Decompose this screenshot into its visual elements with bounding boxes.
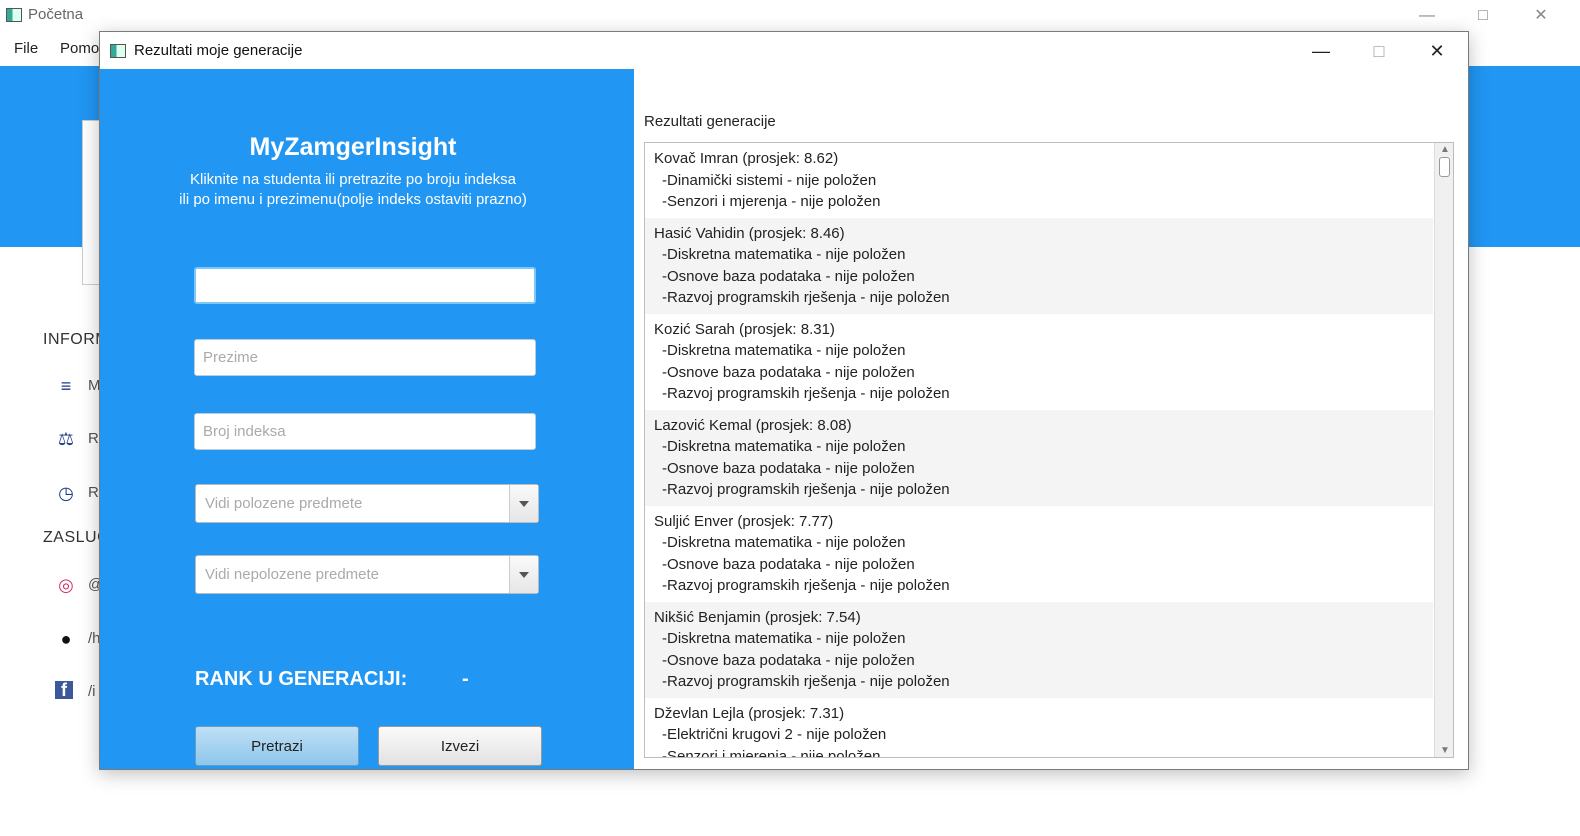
subject-line: -Razvoj programskih rješenja - nije polo…	[662, 385, 950, 402]
rank-value: -	[462, 668, 469, 690]
subject-line: -Osnove baza podataka - nije položen	[662, 363, 915, 381]
subject-line: -Diskretna matematika - nije položen	[662, 246, 906, 263]
subtitle-line-1: Kliknite na studenta ili pretrazite po b…	[189, 171, 517, 188]
subject-line: -Diskretna matematika - nije položen	[662, 534, 906, 551]
dialog-title: Rezultati moje generacije	[134, 42, 303, 59]
combo-placeholder: Vidi polozene predmete	[205, 495, 363, 512]
list-item[interactable]: Nikšić Benjamin (prosjek: 7.54) -Diskretn…	[645, 601, 1433, 698]
maximize-icon[interactable]: □	[1356, 38, 1402, 64]
list-item[interactable]: Dževlan Lejla (prosjek: 7.31) -Električni…	[645, 698, 1433, 758]
results-list[interactable]: Kovač Imran (prosjek: 8.62) -Dinamički si…	[644, 142, 1454, 758]
subject-line: -Razvoj programskih rješenja - nije polo…	[662, 289, 950, 306]
list-item[interactable]: Lazović Kemal (prosjek: 8.08) -Diskretna …	[645, 409, 1433, 506]
subject-line: -Diskretna matematika - nije položen	[662, 342, 906, 359]
results-dialog: Rezultati moje generacije — □ ✕ MyZamger…	[99, 31, 1469, 770]
scroll-down-icon[interactable]: ▼	[1440, 745, 1450, 756]
maximize-icon[interactable]: □	[1460, 4, 1506, 28]
subject-line: -Razvoj programskih rješenja - nije polo…	[662, 577, 950, 594]
student-header: Kozić Sarah (prosjek: 8.31)	[654, 320, 835, 338]
results-title: Rezultati generacije	[644, 113, 776, 130]
main-window-title: Početna	[28, 6, 84, 23]
sidebar-item-label[interactable]: /i	[88, 683, 96, 700]
github-icon[interactable]: ●	[55, 628, 77, 650]
list-icon[interactable]: ≡	[55, 375, 77, 397]
subject-line: -Diskretna matematika - nije položen	[662, 630, 906, 647]
subject-line: -Diskretna matematika - nije položen	[662, 438, 906, 455]
student-header: Lazović Kemal (prosjek: 8.08)	[654, 416, 852, 434]
student-header: Nikšić Benjamin (prosjek: 7.54)	[654, 608, 861, 626]
student-header: Dževlan Lejla (prosjek: 7.31)	[654, 704, 845, 722]
rank-label: RANK U GENERACIJI:	[195, 668, 408, 690]
app-title: MyZamgerInsight	[249, 133, 457, 161]
student-header: Kovač Imran (prosjek: 8.62)	[654, 150, 839, 167]
subject-line: -Osnove baza podataka - nije položen	[662, 267, 915, 285]
chevron-down-icon[interactable]	[509, 556, 538, 593]
index-field[interactable]	[194, 413, 536, 450]
minimize-icon[interactable]: —	[1404, 4, 1450, 28]
combo-placeholder: Vidi nepolozene predmete	[205, 566, 380, 583]
chevron-down-icon[interactable]	[509, 485, 538, 522]
student-header: Suljić Enver (prosjek: 7.77)	[654, 512, 834, 530]
menu-help[interactable]: Pomo	[60, 40, 99, 57]
export-button[interactable]: Izvezi	[378, 726, 542, 766]
list-item[interactable]: Kovač Imran (prosjek: 8.62) -Dinamički si…	[645, 143, 1433, 218]
subject-line: -Osnove baza podataka - nije položen	[662, 459, 915, 477]
subject-line: -Osnove baza podataka - nije položen	[662, 555, 915, 573]
subject-line: -Električni krugovi 2 - nije položen	[662, 726, 887, 743]
minimize-icon[interactable]: —	[1298, 38, 1344, 64]
dialog-titlebar: Rezultati moje generacije — □ ✕	[100, 32, 1468, 69]
name-field[interactable]	[194, 267, 536, 304]
search-panel: MyZamgerInsight Kliknite na studenta ili…	[100, 69, 634, 769]
subject-line: -Razvoj programskih rješenja - nije polo…	[662, 481, 950, 498]
subject-line: -Senzori i mjerenja - nije položen	[662, 747, 881, 758]
subtitle-line-2: ili po imenu i prezimenu(polje indeks os…	[179, 191, 527, 208]
list-item[interactable]: Suljić Enver (prosjek: 7.77) -Diskretna m…	[645, 506, 1433, 602]
clock-icon[interactable]: ◷	[55, 482, 77, 504]
subject-line: -Dinamički sistemi - nije položen	[662, 171, 877, 189]
menu-file[interactable]: File	[14, 40, 38, 57]
main-titlebar: Početna — □ ✕	[0, 0, 1580, 32]
failed-subjects-combo[interactable]: Vidi nepolozene predmete	[195, 555, 539, 594]
list-item[interactable]: Kozić Sarah (prosjek: 8.31) -Diskretna ma…	[645, 314, 1433, 410]
instagram-icon[interactable]: ◎	[55, 574, 77, 596]
app-icon	[6, 8, 22, 22]
close-icon[interactable]: ✕	[1518, 4, 1564, 28]
scale-icon[interactable]: ⚖	[55, 428, 77, 450]
subject-line: -Senzori i mjerenja - nije položen	[662, 193, 881, 210]
surname-field[interactable]	[194, 339, 536, 376]
list-item[interactable]: Hasić Vahidin (prosjek: 8.46) -Diskretna …	[645, 217, 1433, 314]
subject-line: -Osnove baza podataka - nije položen	[662, 651, 915, 669]
search-button[interactable]: Pretrazi	[195, 726, 359, 766]
subject-line: -Razvoj programskih rješenja - nije polo…	[662, 673, 950, 690]
close-icon[interactable]: ✕	[1414, 38, 1460, 64]
facebook-icon[interactable]: f	[55, 681, 73, 700]
scrollbar[interactable]: ▲ ▼	[1434, 143, 1453, 757]
scroll-up-icon[interactable]: ▲	[1440, 144, 1450, 155]
passed-subjects-combo[interactable]: Vidi polozene predmete	[195, 484, 539, 523]
app-icon	[110, 44, 126, 58]
results-entries: Kovač Imran (prosjek: 8.62) -Dinamički si…	[645, 143, 1453, 758]
student-header: Hasić Vahidin (prosjek: 8.46)	[654, 224, 845, 242]
scroll-thumb[interactable]	[1439, 157, 1450, 177]
